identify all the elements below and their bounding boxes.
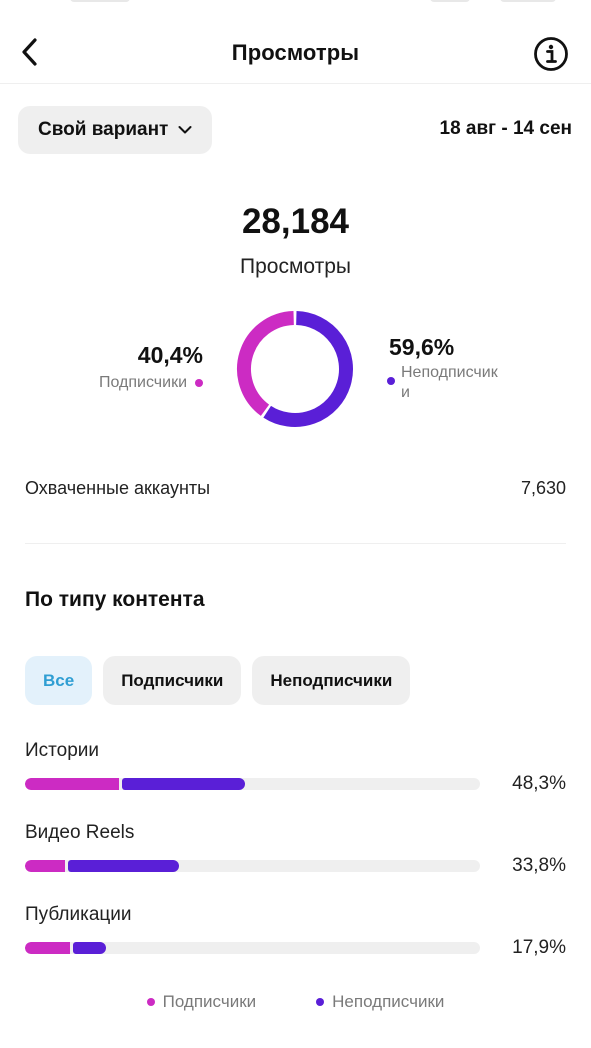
date-range-text: 18 авг - 14 сен: [439, 118, 572, 139]
content-type-row-posts: Публикации 17,9%: [25, 904, 566, 964]
chart-legend: Подписчики Неподписчики: [0, 992, 591, 1012]
chevron-down-icon: [178, 126, 192, 134]
status-bar-remnant: [0, 0, 591, 14]
tab-nonfollowers[interactable]: Неподписчики: [252, 656, 411, 705]
legend-followers-label: Подписчики: [162, 992, 257, 1011]
followers-donut-segment: [237, 311, 295, 416]
reached-accounts-row: Охваченные аккаунты 7,630: [25, 478, 566, 499]
nonfollowers-label: Неподписчик и: [401, 364, 498, 401]
content-type-name: Видео Reels: [25, 822, 135, 843]
date-range-dropdown[interactable]: Свой вариант: [18, 106, 213, 154]
content-type-name: Истории: [25, 740, 100, 761]
content-type-bar-track: [25, 778, 480, 790]
date-range-dropdown-label: Свой вариант: [38, 119, 169, 140]
top-navigation: Просмотры: [0, 24, 591, 84]
followers-donut-chart: [237, 311, 353, 427]
followers-dot: [146, 998, 155, 1006]
followers-bar: [25, 942, 70, 954]
nonfollowers-dot: [316, 998, 325, 1006]
divider: [25, 543, 566, 544]
content-type-title: По типу контента: [25, 588, 205, 611]
followers-dot: [195, 379, 203, 387]
nonfollowers-donut-segment: [263, 311, 353, 427]
tab-followers[interactable]: Подписчики: [103, 656, 242, 705]
followers-percent: 40,4%: [137, 342, 203, 368]
info-icon: [534, 37, 568, 71]
total-views-label: Просмотры: [240, 255, 351, 278]
followers-label: Подписчики: [98, 374, 187, 391]
followers-bar: [25, 778, 120, 790]
nonfollowers-bar: [67, 860, 179, 872]
content-type-name: Публикации: [25, 904, 132, 925]
content-type-row-stories: Истории 48,3%: [25, 740, 566, 800]
nonfollowers-legend: Неподписчик и: [387, 363, 526, 403]
info-button[interactable]: [533, 36, 569, 72]
content-type-row-reels: Видео Reels 33,8%: [25, 822, 566, 882]
reached-accounts-value: 7,630: [520, 478, 566, 498]
content-type-bar-track: [25, 942, 480, 954]
followers-bar: [25, 860, 65, 872]
content-type-percent: 33,8%: [512, 855, 566, 876]
legend-nonfollowers-label: Неподписчики: [332, 992, 445, 1011]
tab-all[interactable]: Все: [25, 656, 93, 705]
legend-nonfollowers: Неподписчики: [316, 992, 444, 1012]
page-title: Просмотры: [231, 40, 360, 65]
nonfollowers-dot: [387, 377, 395, 385]
content-type-percent: 48,3%: [512, 773, 566, 794]
total-views-value: 28,184: [241, 202, 350, 241]
content-type-percent: 17,9%: [512, 937, 566, 958]
legend-followers: Подписчики: [146, 992, 257, 1012]
content-type-bar-track: [25, 860, 480, 872]
reached-accounts-label: Охваченные аккаунты: [25, 478, 211, 498]
followers-legend: Подписчики: [99, 374, 203, 392]
nonfollowers-percent: 59,6%: [389, 334, 455, 360]
content-type-tabs: Все Подписчики Неподписчики: [25, 656, 411, 705]
nonfollowers-bar: [72, 942, 107, 954]
nonfollowers-bar: [122, 778, 245, 790]
